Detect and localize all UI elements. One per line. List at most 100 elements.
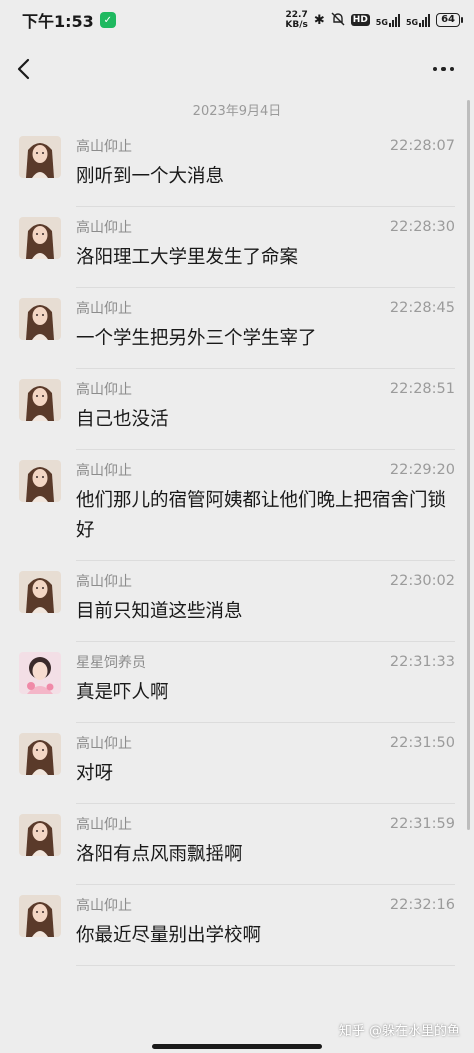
message-row[interactable]: 星星饲养员 22:31:33 真是吓人啊 [0,642,474,723]
message-row[interactable]: 高山仰止 22:31:50 对呀 [0,723,474,804]
message-time: 22:28:45 [389,300,455,316]
message-time: 22:30:02 [389,573,455,589]
sender-name[interactable]: 高山仰止 [76,217,132,237]
avatar[interactable] [19,298,61,340]
message-row[interactable]: 高山仰止 22:31:59 洛阳有点风雨飘摇啊 [0,804,474,885]
hd-badge: HD [350,14,370,26]
message-body: 高山仰止 22:28:07 刚听到一个大消息 [76,126,455,207]
nav-bar [0,40,474,98]
sender-name[interactable]: 高山仰止 [76,814,132,834]
message-time: 22:31:33 [389,654,455,670]
message-time: 22:31:50 [389,735,455,751]
watermark: 知乎 @躲在水里的鱼 [338,1024,460,1039]
message-time: 22:31:59 [389,816,455,832]
signal-1-label: 5G [375,18,388,27]
message-header: 高山仰止 22:28:51 [76,379,455,399]
message-time: 22:28:51 [389,381,455,397]
avatar[interactable] [19,217,61,259]
signal-2: 5G [405,13,431,27]
signal-bars-icon [388,13,400,27]
message-text[interactable]: 一个学生把另外三个学生宰了 [76,324,455,368]
sender-name[interactable]: 高山仰止 [76,298,132,318]
message-time: 22:29:20 [389,462,455,478]
message-header: 高山仰止 22:28:30 [76,217,455,237]
sender-name[interactable]: 星星饲养员 [76,652,146,672]
sender-name[interactable]: 高山仰止 [76,379,132,399]
net-speed-unit: KB/s [285,20,308,30]
back-button[interactable] [16,53,48,85]
message-row[interactable]: 高山仰止 22:32:16 你最近尽量别出学校啊 [0,885,474,966]
message-list[interactable]: 高山仰止 22:28:07 刚听到一个大消息 高山仰止 22:28:30 洛阳理工大学里发… [0,126,474,966]
sender-name[interactable]: 高山仰止 [76,460,132,480]
message-body: 高山仰止 22:30:02 目前只知道这些消息 [76,561,455,642]
message-text[interactable]: 他们那儿的宿管阿姨都让他们晚上把宿舍门锁好 [76,486,455,560]
message-body: 高山仰止 22:31:50 对呀 [76,723,455,804]
message-row[interactable]: 高山仰止 22:28:30 洛阳理工大学里发生了命案 [0,207,474,288]
status-bar: 下午1:53 ✓ 22.7 KB/s ✱ HD 5G 5G 64 [0,0,474,40]
more-dot [441,66,446,72]
status-right: 22.7 KB/s ✱ HD 5G 5G 64 [285,10,463,30]
message-body: 高山仰止 22:32:16 你最近尽量别出学校啊 [76,885,455,966]
message-text[interactable]: 真是吓人啊 [76,678,455,722]
battery-icon: 64 [436,13,463,27]
avatar[interactable] [19,652,61,694]
message-header: 星星饲养员 22:31:33 [76,652,455,672]
message-body: 高山仰止 22:31:59 洛阳有点风雨飘摇啊 [76,804,455,885]
bluetooth-icon: ✱ [313,12,325,28]
message-header: 高山仰止 22:28:07 [76,136,455,156]
message-row[interactable]: 高山仰止 22:30:02 目前只知道这些消息 [0,561,474,642]
message-header: 高山仰止 22:29:20 [76,460,455,480]
more-dot [449,66,454,72]
chevron-left-icon [17,58,30,80]
more-dots-icon [432,66,437,72]
scrollbar[interactable] [467,100,470,830]
message-header: 高山仰止 22:32:16 [76,895,455,915]
sender-name[interactable]: 高山仰止 [76,571,132,591]
avatar[interactable] [19,379,61,421]
message-text[interactable]: 自己也没活 [76,405,455,449]
signal-bars-icon [419,13,431,27]
message-row[interactable]: 高山仰止 22:28:45 一个学生把另外三个学生宰了 [0,288,474,369]
signal-2-label: 5G [405,18,419,27]
shield-icon: ✓ [99,12,116,28]
avatar[interactable] [19,571,61,613]
message-text[interactable]: 你最近尽量别出学校啊 [76,921,455,965]
avatar[interactable] [19,814,61,856]
mute-bell-icon [331,12,345,29]
clock: 下午1:53 [22,12,94,31]
message-body: 高山仰止 22:29:20 他们那儿的宿管阿姨都让他们晚上把宿舍门锁好 [76,450,455,561]
avatar[interactable] [19,136,61,178]
message-text[interactable]: 刚听到一个大消息 [76,162,455,206]
avatar[interactable] [19,460,61,502]
message-text[interactable]: 洛阳有点风雨飘摇啊 [76,840,455,884]
net-speed: 22.7 KB/s [285,10,307,30]
message-row[interactable]: 高山仰止 22:28:51 自己也没活 [0,369,474,450]
message-header: 高山仰止 22:31:50 [76,733,455,753]
message-header: 高山仰止 22:30:02 [76,571,455,591]
sender-name[interactable]: 高山仰止 [76,895,132,915]
message-body: 高山仰止 22:28:45 一个学生把另外三个学生宰了 [76,288,455,369]
sender-name[interactable]: 高山仰止 [76,733,132,753]
message-text[interactable]: 目前只知道这些消息 [76,597,455,641]
message-time: 22:28:30 [389,219,455,235]
message-header: 高山仰止 22:28:45 [76,298,455,318]
avatar[interactable] [19,733,61,775]
message-row[interactable]: 高山仰止 22:29:20 他们那儿的宿管阿姨都让他们晚上把宿舍门锁好 [0,450,474,561]
net-speed-value: 22.7 [285,10,308,20]
message-body: 高山仰止 22:28:51 自己也没活 [76,369,455,450]
message-text[interactable]: 洛阳理工大学里发生了命案 [76,243,455,287]
message-body: 星星饲养员 22:31:33 真是吓人啊 [76,642,455,723]
message-header: 高山仰止 22:31:59 [76,814,455,834]
more-button[interactable] [429,57,459,82]
sender-name[interactable]: 高山仰止 [76,136,132,156]
status-left: 下午1:53 ✓ [22,8,116,32]
date-separator: 2023年9月4日 [192,104,282,119]
avatar[interactable] [19,895,61,937]
home-indicator[interactable] [152,1044,322,1049]
message-body: 高山仰止 22:28:30 洛阳理工大学里发生了命案 [76,207,455,288]
message-time: 22:28:07 [389,138,455,154]
signal-1: 5G [376,13,400,27]
message-text[interactable]: 对呀 [76,759,455,803]
message-row[interactable]: 高山仰止 22:28:07 刚听到一个大消息 [0,126,474,207]
message-time: 22:32:16 [389,897,455,913]
